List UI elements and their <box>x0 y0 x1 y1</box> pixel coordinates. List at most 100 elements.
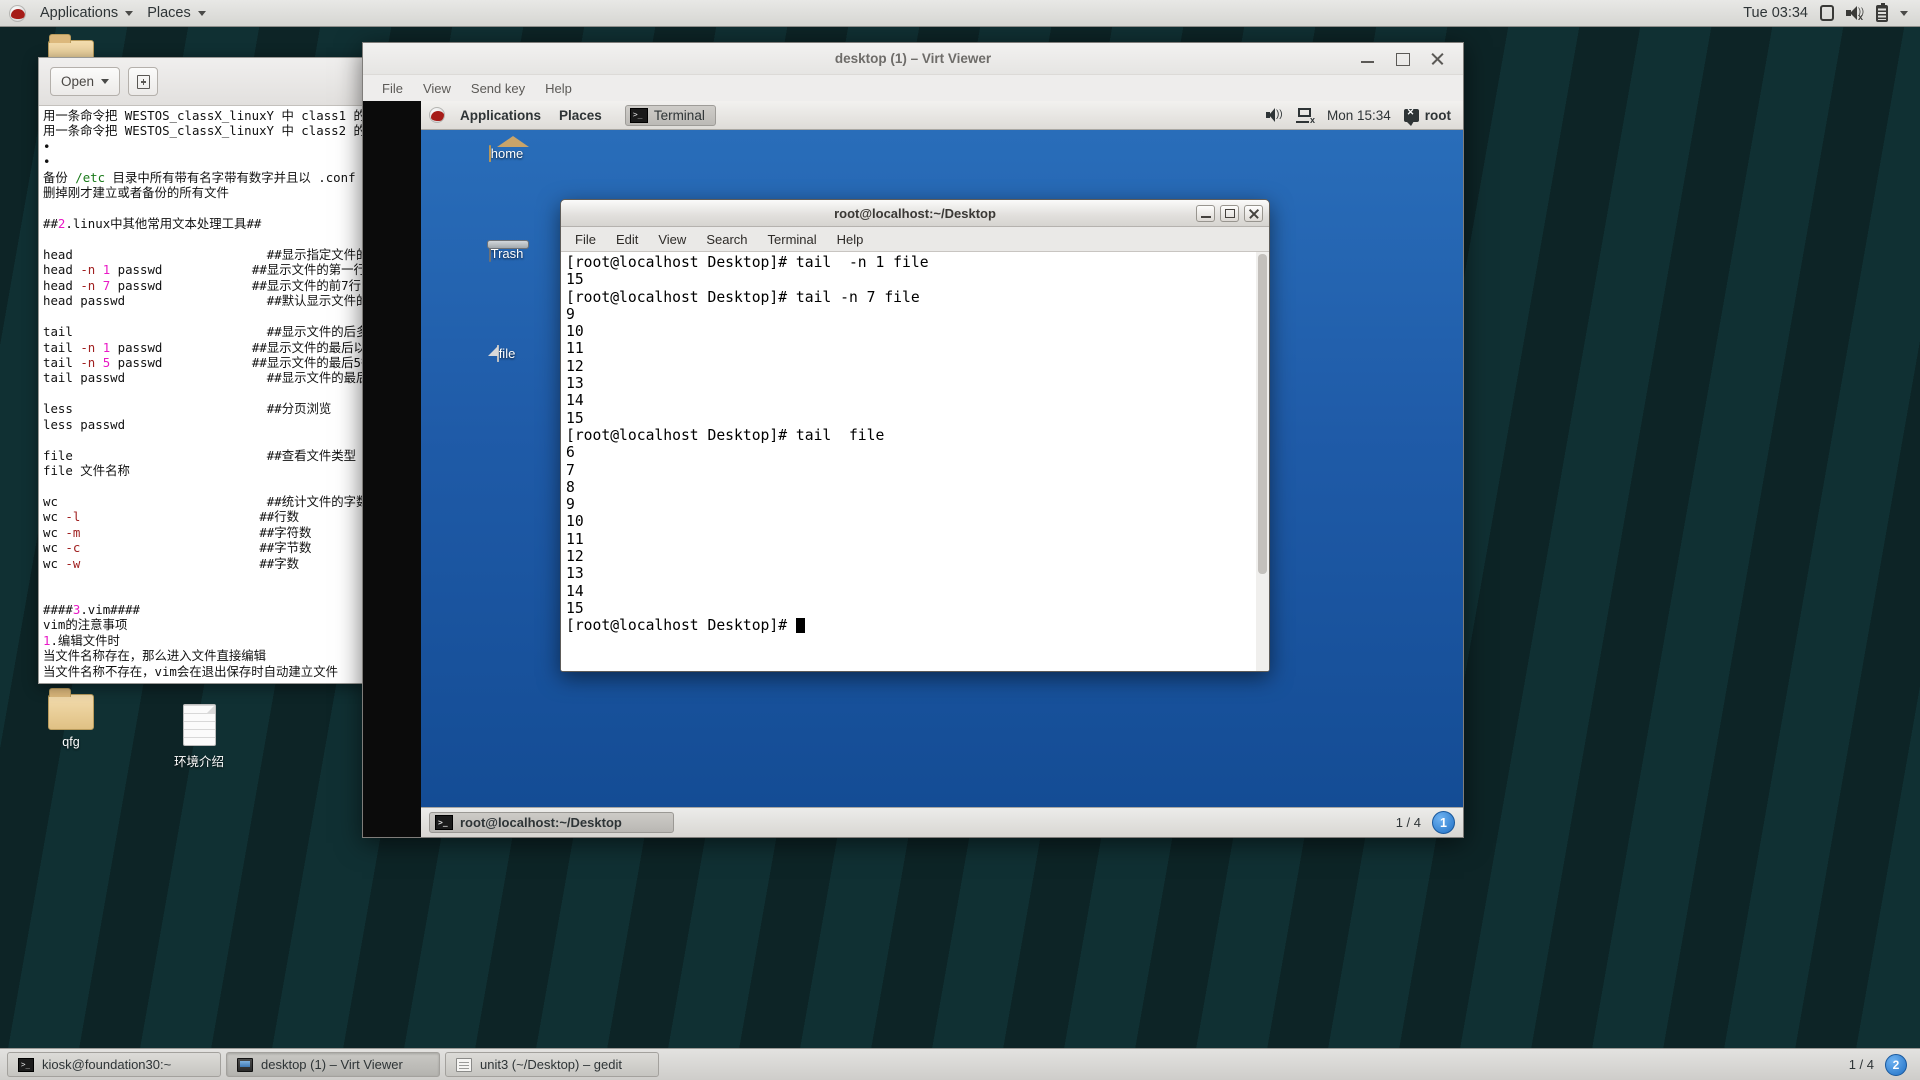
vm-applications-menu[interactable]: Applications <box>451 105 550 126</box>
terminal-line: 15 <box>566 599 584 617</box>
vm-taskbar-button-terminal[interactable]: >_ root@localhost:~/Desktop <box>429 812 674 833</box>
gedit-window: Open 用一条命令把 WESTOS_classX_linuxY 中 class… <box>38 57 368 684</box>
gedit-line: wc -l ##行数 <box>43 509 300 525</box>
gedit-line: wc -w ##字数 <box>43 555 300 571</box>
taskbar-button-label: kiosk@foundation30:~ <box>42 1057 172 1072</box>
virt-viewer-title: desktop (1) – Virt Viewer <box>834 51 992 66</box>
terminal-output[interactable]: [root@localhost Desktop]# tail -n 1 file… <box>561 252 1256 671</box>
speaker-icon[interactable]: )) <box>1265 108 1283 122</box>
vm-window-task-terminal[interactable]: >_ Terminal <box>624 104 716 126</box>
virt-menu-help[interactable]: Help <box>536 79 581 98</box>
terminal-icon: >_ <box>629 107 648 123</box>
vm-display[interactable]: Applications Places >_ Terminal )) x Mon… <box>363 101 1463 837</box>
chevron-down-icon[interactable] <box>1900 10 1908 16</box>
redhat-logo-icon[interactable] <box>429 107 445 123</box>
terminal-menu-terminal[interactable]: Terminal <box>758 229 827 250</box>
gedit-line: head passwd ##默认显示文件的前10行 <box>43 293 367 309</box>
gedit-line: head -n 7 passwd ##显示文件的前7行 <box>43 277 362 293</box>
new-document-icon <box>136 74 150 89</box>
gedit-line: 当文件名称不存在，vim会在退出保存时自动建立文件 <box>43 663 338 679</box>
gnome-terminal-window: root@localhost:~/Desktop File Edit View … <box>560 199 1270 672</box>
gedit-line: 备份 /etc 目录中所有带有名字带有数字并且以 .conf 结 <box>43 169 367 185</box>
vm-desktop[interactable]: Applications Places >_ Terminal )) x Mon… <box>421 101 1463 837</box>
terminal-title: root@localhost:~/Desktop <box>834 205 996 221</box>
speaker-muted-icon[interactable]: )) x <box>1846 6 1864 22</box>
maximize-icon[interactable] <box>1395 51 1410 66</box>
host-clock[interactable]: Tue 03:34 <box>1743 5 1808 21</box>
virt-menu-file[interactable]: File <box>373 79 412 98</box>
file-icon <box>496 345 499 362</box>
terminal-cursor <box>795 618 805 634</box>
terminal-menu-file[interactable]: File <box>565 229 606 250</box>
desktop-icon-huanjing[interactable]: 环境介绍 <box>156 704 242 770</box>
vm-task-label: Terminal <box>653 107 705 123</box>
taskbar-button-kiosk-terminal[interactable]: >_ kiosk@foundation30:~ <box>7 1052 221 1077</box>
taskbar-button-virt-viewer[interactable]: desktop (1) – Virt Viewer <box>226 1052 440 1077</box>
gedit-text-area[interactable]: 用一条命令把 WESTOS_classX_linuxY 中 class1 的用一… <box>39 106 367 683</box>
trash-icon <box>488 245 491 262</box>
gedit-line: wc -c ##字节数 <box>43 540 312 556</box>
gedit-line: tail -n 5 passwd ##显示文件的最后5行 <box>43 355 367 370</box>
vm-desktop-icon-trash[interactable]: Trash <box>466 245 546 262</box>
terminal-line: 13 <box>566 375 584 393</box>
vm-workspace-indicator: 1 / 4 <box>1395 815 1421 830</box>
battery-icon[interactable] <box>1876 2 1888 22</box>
terminal-line: 9 <box>566 305 575 323</box>
virt-viewer-menubar: File View Send key Help <box>363 75 1463 101</box>
vm-user-menu[interactable]: root <box>1403 107 1451 126</box>
minimize-icon[interactable] <box>1196 204 1215 222</box>
taskbar-button-label: unit3 (~/Desktop) – gedit <box>480 1057 622 1072</box>
user-status-icon <box>1403 108 1419 126</box>
gedit-line: ####3.vim#### <box>43 602 140 617</box>
vm-user-label: root <box>1424 107 1451 123</box>
host-places-menu[interactable]: Places <box>140 2 213 24</box>
terminal-menu-search[interactable]: Search <box>696 229 757 250</box>
new-document-button[interactable] <box>128 67 159 96</box>
terminal-line: 12 <box>566 357 584 375</box>
desktop-icon-qfg[interactable]: qfg <box>28 688 114 749</box>
terminal-line: 11 <box>566 340 584 358</box>
vm-desktop-icon-file[interactable]: file <box>466 345 546 362</box>
terminal-menu-edit[interactable]: Edit <box>606 229 648 250</box>
virt-menu-send-key[interactable]: Send key <box>462 79 534 98</box>
document-icon <box>182 704 216 746</box>
vm-desktop-icon-home[interactable]: home <box>466 145 546 162</box>
terminal-body[interactable]: [root@localhost Desktop]# tail -n 1 file… <box>561 252 1269 671</box>
virt-menu-view[interactable]: View <box>414 79 460 98</box>
terminal-icon: >_ <box>18 1057 34 1072</box>
terminal-line: [root@localhost Desktop]# tail -n 7 file <box>566 288 920 306</box>
virt-viewer-titlebar[interactable]: desktop (1) – Virt Viewer <box>363 43 1463 75</box>
terminal-titlebar[interactable]: root@localhost:~/Desktop <box>561 200 1269 227</box>
terminal-menu-help[interactable]: Help <box>827 229 874 250</box>
terminal-line: 8 <box>566 478 575 496</box>
vm-taskbar-button-label: root@localhost:~/Desktop <box>460 815 622 830</box>
taskbar-button-gedit[interactable]: unit3 (~/Desktop) – gedit <box>445 1052 659 1077</box>
network-disconnected-icon[interactable]: x <box>1295 107 1315 125</box>
vm-workspace-badge[interactable]: 1 <box>1432 811 1455 834</box>
gedit-line: • <box>43 154 51 170</box>
vm-clock[interactable]: Mon 15:34 <box>1327 108 1391 123</box>
maximize-icon[interactable] <box>1220 204 1239 222</box>
gedit-icon <box>456 1057 472 1072</box>
terminal-prompt: [root@localhost Desktop]# <box>566 617 796 635</box>
terminal-line: 14 <box>566 392 584 410</box>
terminal-line: 10 <box>566 323 584 341</box>
host-top-panel: Applications Places Tue 03:34 )) x <box>0 0 1920 27</box>
terminal-scrollbar[interactable] <box>1256 252 1269 671</box>
chevron-down-icon <box>197 10 206 16</box>
terminal-menu-view[interactable]: View <box>648 229 696 250</box>
vm-places-menu[interactable]: Places <box>550 105 611 126</box>
close-icon[interactable] <box>1430 51 1445 66</box>
host-applications-menu[interactable]: Applications <box>33 2 140 24</box>
close-icon[interactable] <box>1244 204 1263 222</box>
display-icon[interactable] <box>1820 5 1834 21</box>
host-workspace-badge[interactable]: 2 <box>1885 1053 1907 1076</box>
gedit-line: file 文件名称 <box>43 463 130 479</box>
virt-viewer-icon <box>237 1057 253 1072</box>
scrollbar-thumb[interactable] <box>1258 254 1267 574</box>
redhat-logo-icon[interactable] <box>9 4 26 22</box>
open-button[interactable]: Open <box>50 67 121 96</box>
gedit-line <box>43 587 367 602</box>
open-button-label: Open <box>61 74 95 89</box>
minimize-icon[interactable] <box>1360 51 1375 66</box>
